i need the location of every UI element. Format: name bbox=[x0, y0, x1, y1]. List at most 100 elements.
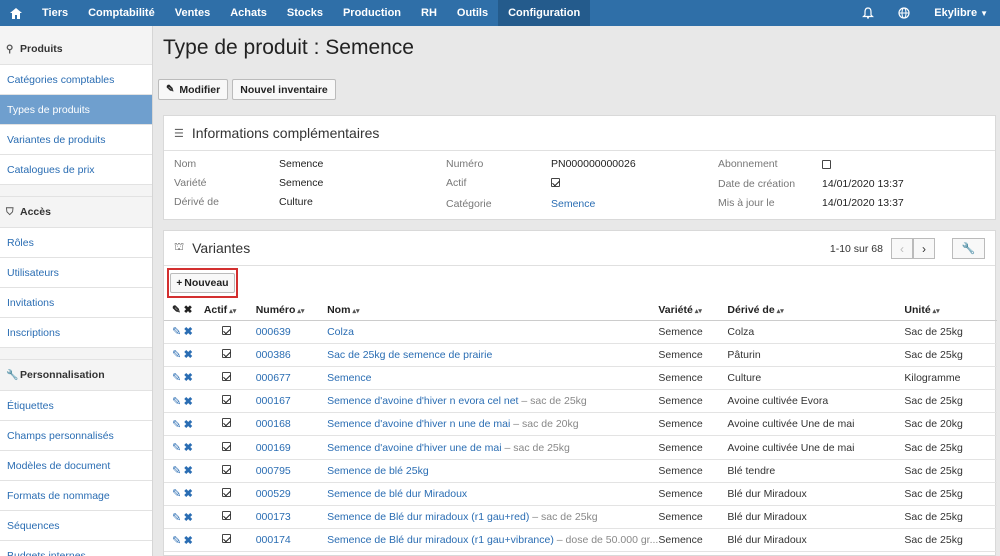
numero-cell: 000174 bbox=[255, 528, 328, 553]
numero-link[interactable]: 000174 bbox=[256, 534, 291, 546]
nom-link[interactable]: Semence de Blé dur miradoux (r1 gau+red)… bbox=[327, 511, 598, 523]
sidebar-item-champs-personnalises[interactable]: Champs personnalisés bbox=[0, 421, 152, 451]
numero-column-header[interactable]: Numéro ▴▾ bbox=[255, 301, 328, 321]
nom-text: Sac de 25kg de semence de prairie bbox=[327, 348, 493, 361]
sidebar-item-roles[interactable]: Rôles bbox=[0, 228, 152, 258]
nav-outils[interactable]: Outils bbox=[447, 0, 498, 26]
derive-cell: Blé tendre bbox=[727, 459, 905, 483]
sidebar-section-title: Personnalisation bbox=[20, 369, 105, 381]
home-icon[interactable] bbox=[0, 0, 32, 26]
sidebar-item-invitations[interactable]: Invitations bbox=[0, 288, 152, 318]
close-icon[interactable]: ✖ bbox=[184, 419, 193, 431]
close-icon[interactable]: ✖ bbox=[184, 442, 193, 454]
variete-column-header[interactable]: Variété ▴▾ bbox=[658, 301, 728, 321]
nom-text: Semence de blé 25kg bbox=[327, 464, 429, 477]
numero-link[interactable]: 000639 bbox=[256, 326, 291, 338]
close-icon[interactable]: ✖ bbox=[184, 396, 193, 408]
edit-cell: ✎ bbox=[164, 412, 184, 437]
abonnement-checkbox bbox=[822, 160, 831, 172]
numero-cell: 000677 bbox=[255, 366, 328, 391]
pencil-icon[interactable]: ✎ bbox=[172, 512, 181, 524]
nom-link[interactable]: Semence de blé dur Miradoux bbox=[327, 488, 467, 500]
sidebar-item-utilisateurs[interactable]: Utilisateurs bbox=[0, 258, 152, 288]
nom-link[interactable]: Colza bbox=[327, 326, 354, 338]
pencil-icon[interactable]: ✎ bbox=[172, 488, 181, 500]
numero-link[interactable]: 000677 bbox=[256, 372, 291, 384]
close-icon[interactable]: ✖ bbox=[184, 465, 193, 477]
pencil-icon[interactable]: ✎ bbox=[172, 326, 181, 338]
numero-link[interactable]: 000529 bbox=[256, 488, 291, 500]
modify-button[interactable]: ✎ Modifier bbox=[158, 79, 229, 100]
close-icon[interactable]: ✖ bbox=[184, 372, 193, 384]
pencil-icon[interactable]: ✎ bbox=[172, 419, 181, 431]
actif-column-header[interactable]: Actif ▴▾ bbox=[203, 301, 256, 321]
sidebar-item-categories-comptables[interactable]: Catégories comptables bbox=[0, 65, 152, 95]
nav-rh[interactable]: RH bbox=[411, 0, 447, 26]
numero-link[interactable]: 000795 bbox=[256, 465, 291, 477]
sidebar-item-sequences[interactable]: Séquences bbox=[0, 511, 152, 541]
user-menu[interactable]: Ekylibre ▼ bbox=[922, 0, 1000, 26]
numero-link[interactable]: 000168 bbox=[256, 418, 291, 430]
new-variant-button[interactable]: + Nouveau bbox=[170, 273, 235, 293]
checkbox-checked-icon bbox=[221, 371, 231, 381]
close-icon[interactable]: ✖ bbox=[184, 488, 193, 500]
sidebar-item-catalogues-de-prix[interactable]: Catalogues de prix bbox=[0, 155, 152, 185]
nav-ventes[interactable]: Ventes bbox=[165, 0, 220, 26]
derive-column-header[interactable]: Dérivé de ▴▾ bbox=[727, 301, 905, 321]
nom-link[interactable]: Semence d'avoine d'hiver n evora cel net… bbox=[327, 395, 587, 407]
nom-link[interactable]: Semence d'avoine d'hiver n une de mai – … bbox=[327, 418, 579, 430]
nav-production[interactable]: Production bbox=[333, 0, 411, 26]
categorie-link[interactable]: Semence bbox=[551, 198, 595, 210]
close-icon[interactable]: ✖ bbox=[184, 326, 193, 338]
close-icon[interactable]: ✖ bbox=[184, 349, 193, 361]
nav-tiers[interactable]: Tiers bbox=[32, 0, 78, 26]
nom-link[interactable]: Semence bbox=[327, 372, 371, 384]
numero-cell: 000386 bbox=[255, 343, 328, 367]
bell-icon[interactable] bbox=[850, 0, 886, 26]
nom-link[interactable]: Semence de Blé dur miradoux (r1 gau+vibr… bbox=[327, 534, 658, 546]
unite-column-header[interactable]: Unité ▴▾ bbox=[904, 301, 997, 321]
sidebar-item-modeles-de-document[interactable]: Modèles de document bbox=[0, 451, 152, 481]
sidebar-item-etiquettes[interactable]: Étiquettes bbox=[0, 391, 152, 421]
sidebar-item-types-de-produits[interactable]: Types de produits bbox=[0, 95, 152, 125]
pencil-icon[interactable]: ✎ bbox=[172, 465, 181, 477]
nom-link[interactable]: Sac de 25kg de semence de prairie bbox=[327, 349, 492, 361]
sidebar-item-variantes-de-produits[interactable]: Variantes de produits bbox=[0, 125, 152, 155]
edit-cell: ✎ bbox=[164, 389, 184, 414]
nom-column-header[interactable]: Nom ▴▾ bbox=[327, 301, 659, 321]
delete-cell: ✖ bbox=[183, 482, 204, 507]
pencil-icon[interactable]: ✎ bbox=[172, 535, 181, 547]
numero-link[interactable]: 000386 bbox=[256, 349, 291, 361]
pencil-icon[interactable]: ✎ bbox=[172, 372, 181, 384]
sidebar-item-budgets-internes[interactable]: Budgets internes bbox=[0, 541, 152, 556]
pencil-icon[interactable]: ✎ bbox=[172, 396, 181, 408]
sidebar-item-formats-de-nommage[interactable]: Formats de nommage bbox=[0, 481, 152, 511]
nom-link[interactable]: Semence de blé 25kg bbox=[327, 465, 429, 477]
next-page-button[interactable]: › bbox=[913, 238, 935, 259]
close-icon[interactable]: ✖ bbox=[184, 512, 193, 524]
table-row: ✎ ✖ 000639 Colza Semence Colza Sac de 25kg bbox=[164, 320, 997, 344]
nav-comptabilite[interactable]: Comptabilité bbox=[78, 0, 165, 26]
unite-cell: Kilogramme bbox=[904, 366, 997, 391]
numero-link[interactable]: 000167 bbox=[256, 395, 291, 407]
checkbox-checked-icon bbox=[221, 487, 231, 497]
nom-cell: Semence de blé 25kg bbox=[327, 459, 659, 483]
pencil-icon[interactable]: ✎ bbox=[172, 442, 181, 454]
new-inventory-button[interactable]: Nouvel inventaire bbox=[232, 79, 336, 100]
previous-page-button[interactable]: ‹ bbox=[891, 238, 913, 259]
nav-configuration[interactable]: Configuration bbox=[498, 0, 591, 26]
nav-achats[interactable]: Achats bbox=[220, 0, 277, 26]
derive-value: Culture bbox=[279, 196, 313, 208]
nav-stocks[interactable]: Stocks bbox=[277, 0, 333, 26]
variants-panel: ⛫ Variantes 1-10 sur 68 ‹ › 🔧 + Nouveau bbox=[163, 230, 997, 556]
close-icon[interactable]: ✖ bbox=[184, 535, 193, 547]
numero-link[interactable]: 000169 bbox=[256, 442, 291, 454]
pencil-icon[interactable]: ✎ bbox=[172, 349, 181, 361]
derive-cell: Colza bbox=[727, 320, 905, 344]
globe-icon[interactable] bbox=[886, 0, 922, 26]
nom-link[interactable]: Semence d'avoine d'hiver une de mai – sa… bbox=[327, 442, 570, 454]
sidebar-item-inscriptions[interactable]: Inscriptions bbox=[0, 318, 152, 348]
settings-button[interactable]: 🔧 bbox=[952, 238, 985, 259]
numero-link[interactable]: 000173 bbox=[256, 511, 291, 523]
checkbox-checked-icon bbox=[221, 395, 231, 405]
